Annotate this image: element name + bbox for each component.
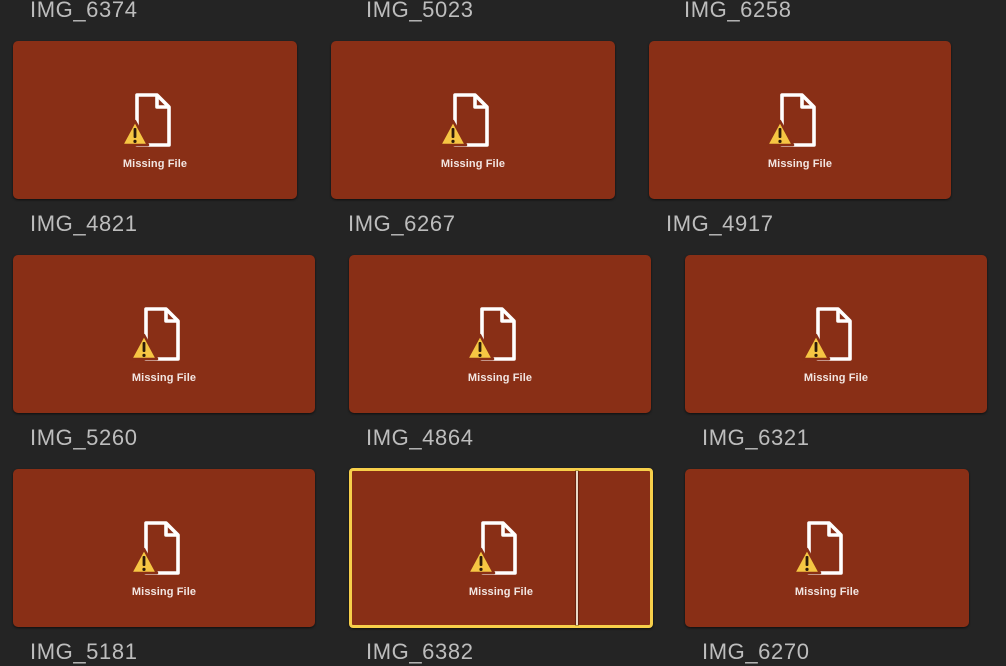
clip-name-label: IMG_6374 <box>30 0 138 22</box>
warning-triangle-icon <box>467 547 496 575</box>
missing-file-label: Missing File <box>122 158 188 170</box>
missing-file-label: Missing File <box>131 586 197 598</box>
clip-thumbnail: Missing File <box>13 255 315 413</box>
warning-triangle-icon <box>439 119 468 147</box>
warning-triangle-icon <box>802 333 831 361</box>
clip-thumbnail: Missing File <box>13 41 297 199</box>
clip-name-label: IMG_6382 <box>366 639 474 664</box>
clip-thumbnail: Missing File <box>685 469 969 627</box>
warning-triangle-icon <box>766 119 795 147</box>
clip-name-label: IMG_4864 <box>366 425 474 450</box>
clip-tile-img-6267[interactable]: Missing File <box>331 41 615 199</box>
clip-tile-img-4821[interactable]: Missing File <box>13 41 297 199</box>
missing-file-icon <box>130 307 180 361</box>
clip-tile-img-6382-selected[interactable]: Missing File <box>349 468 653 628</box>
clip-name-label: IMG_6270 <box>702 639 810 664</box>
clip-thumbnail: Missing File <box>349 255 651 413</box>
clip-thumbnail: Missing File <box>13 469 315 627</box>
clip-name-label: IMG_4821 <box>30 211 138 236</box>
missing-file-icon <box>466 307 516 361</box>
missing-file-label: Missing File <box>131 372 197 384</box>
missing-file-label: Missing File <box>468 586 534 598</box>
missing-file-label: Missing File <box>440 158 506 170</box>
missing-file-label: Missing File <box>794 586 860 598</box>
clip-name-label: IMG_5023 <box>366 0 474 22</box>
clip-tile-img-4917[interactable]: Missing File <box>649 41 951 199</box>
clip-name-label: IMG_6267 <box>348 211 456 236</box>
clip-thumbnail: Missing File <box>685 255 987 413</box>
missing-file-icon <box>802 307 852 361</box>
clip-name-label: IMG_4917 <box>666 211 774 236</box>
missing-file-label: Missing File <box>467 372 533 384</box>
warning-triangle-icon <box>466 333 495 361</box>
warning-triangle-icon <box>130 547 159 575</box>
missing-file-label: Missing File <box>767 158 833 170</box>
missing-file-icon <box>121 93 171 147</box>
missing-file-icon <box>467 521 517 575</box>
clip-name-label: IMG_5181 <box>30 639 138 664</box>
warning-triangle-icon <box>793 547 822 575</box>
clip-thumbnail: Missing File <box>352 471 650 625</box>
clip-name-label: IMG_6258 <box>684 0 792 22</box>
clip-tile-img-6321[interactable]: Missing File <box>685 255 987 413</box>
skimmer-playhead[interactable] <box>576 471 578 625</box>
warning-triangle-icon <box>130 333 159 361</box>
clip-tile-img-5181[interactable]: Missing File <box>13 469 315 627</box>
missing-file-label: Missing File <box>803 372 869 384</box>
missing-file-icon <box>439 93 489 147</box>
clip-thumbnail: Missing File <box>331 41 615 199</box>
missing-file-icon <box>766 93 816 147</box>
clip-browser-grid: IMG_6374 IMG_5023 IMG_6258 Missing File … <box>0 0 1006 666</box>
clip-name-label: IMG_5260 <box>30 425 138 450</box>
missing-file-icon <box>130 521 180 575</box>
clip-thumbnail: Missing File <box>649 41 951 199</box>
clip-tile-img-6270[interactable]: Missing File <box>685 469 969 627</box>
warning-triangle-icon <box>121 119 150 147</box>
clip-tile-img-4864[interactable]: Missing File <box>349 255 651 413</box>
clip-tile-img-5260[interactable]: Missing File <box>13 255 315 413</box>
missing-file-icon <box>793 521 843 575</box>
clip-name-label: IMG_6321 <box>702 425 810 450</box>
